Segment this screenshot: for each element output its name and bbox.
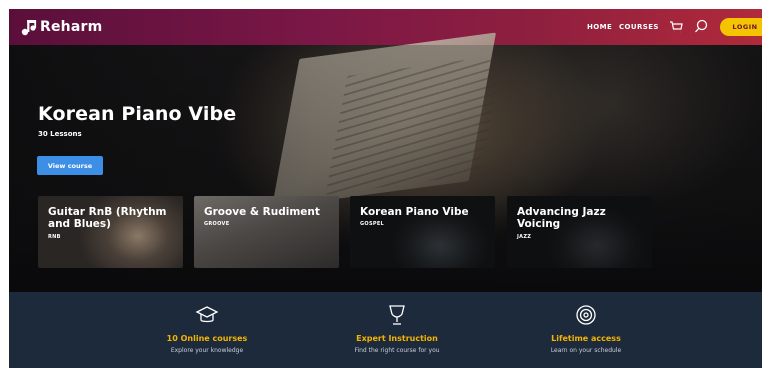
course-card-tag: GROOVE <box>204 221 230 227</box>
hero-lesson-count: 30 Lessons <box>38 130 82 138</box>
feature-subtitle: Find the right course for you <box>354 347 440 354</box>
course-card-tag: GOSPEL <box>360 221 385 227</box>
search-icon[interactable] <box>694 19 708 34</box>
target-icon <box>574 303 598 327</box>
brand-name: Reharm <box>40 19 103 35</box>
top-navbar: Reharm HOME COURSES LOGIN <box>9 9 762 45</box>
feature-title: Expert Instruction <box>356 334 438 343</box>
brand-logo[interactable]: Reharm <box>21 17 102 37</box>
feature-expert-instruction: Expert Instruction Find the right course… <box>302 292 492 368</box>
view-course-button[interactable]: View course <box>37 156 103 175</box>
hero-title: Korean Piano Vibe <box>38 103 237 125</box>
page: Reharm HOME COURSES LOGIN Korean Piano V… <box>9 9 762 368</box>
course-card-guitar-rnb[interactable]: Guitar RnB (Rhythm and Blues) RNB <box>38 196 183 268</box>
features-strip: 10 Online courses Explore your knowledge… <box>9 292 762 368</box>
course-card-advancing-jazz-voicing[interactable]: Advancing Jazz Voicing JAZZ <box>507 196 652 268</box>
feature-subtitle: Explore your knowledge <box>170 347 244 354</box>
cart-icon[interactable] <box>669 20 683 34</box>
course-card-tag: RNB <box>48 234 61 240</box>
hero-banner: Korean Piano Vibe 30 Lessons View course… <box>9 32 762 292</box>
feature-title: 10 Online courses <box>166 334 248 343</box>
nav-home-link[interactable]: HOME <box>587 23 612 31</box>
trophy-icon <box>385 303 409 327</box>
course-card-title: Guitar RnB (Rhythm and Blues) <box>48 206 167 230</box>
course-card-groove-rudiment[interactable]: Groove & Rudiment GROOVE <box>194 196 339 268</box>
feature-subtitle: Learn on your schedule <box>550 347 622 354</box>
nav-courses-link[interactable]: COURSES <box>619 23 659 31</box>
course-card-title: Advancing Jazz Voicing <box>517 206 606 230</box>
course-card-title: Korean Piano Vibe <box>360 206 469 218</box>
login-button[interactable]: LOGIN <box>720 18 762 36</box>
course-card-title: Groove & Rudiment <box>204 206 320 218</box>
course-card-tag: JAZZ <box>517 234 532 240</box>
feature-online-courses: 10 Online courses Explore your knowledge <box>112 292 302 368</box>
feature-lifetime-access: Lifetime access Learn on your schedule <box>491 292 681 368</box>
feature-title: Lifetime access <box>551 334 621 343</box>
course-card-korean-piano-vibe[interactable]: Korean Piano Vibe GOSPEL <box>350 196 495 268</box>
graduation-cap-icon <box>195 303 219 327</box>
music-note-icon <box>21 18 37 36</box>
